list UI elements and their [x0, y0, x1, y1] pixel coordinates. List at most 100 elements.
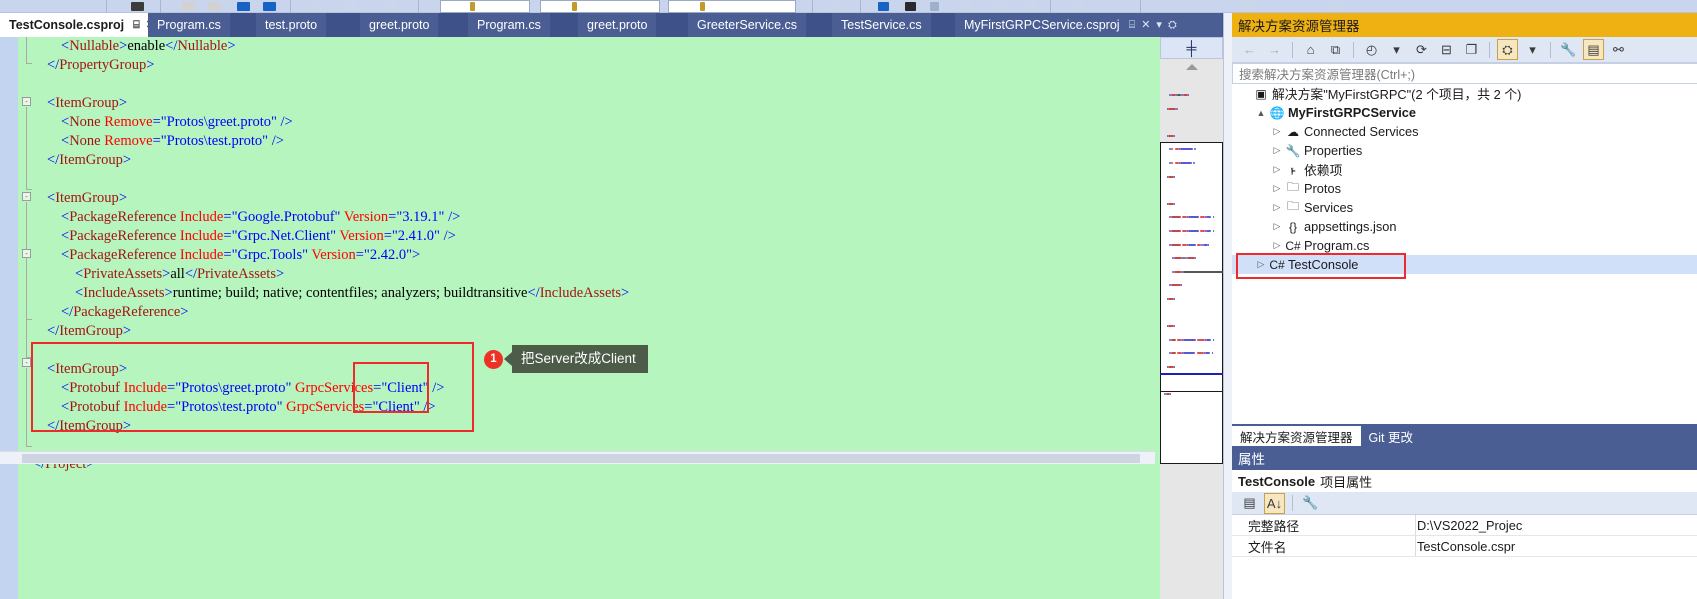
- property-pages-icon[interactable]: 🔧: [1300, 493, 1321, 514]
- expander-collapsed-icon[interactable]: ▷: [1270, 240, 1284, 251]
- outline-collapse-box[interactable]: -: [22, 249, 31, 258]
- connected-services-icon: ☁: [1287, 124, 1299, 139]
- show-all-files-icon[interactable]: ❐: [1461, 39, 1482, 60]
- outline-collapse-box[interactable]: -: [22, 358, 31, 367]
- editor-horizontal-scrollbar[interactable]: [0, 451, 1155, 464]
- editor-outlining-column[interactable]: - - - -: [19, 37, 33, 599]
- minimap-token: [1212, 230, 1215, 232]
- expander-collapsed-icon[interactable]: ▷: [1270, 164, 1284, 175]
- outline-collapse-box[interactable]: -: [22, 97, 31, 106]
- properties-toolbar[interactable]: ▤ A↓ 🔧: [1232, 492, 1697, 515]
- scrollbar-thumb[interactable]: [22, 454, 1140, 463]
- gear-icon[interactable]: ⛭: [1168, 19, 1177, 31]
- tab-greet-proto-2[interactable]: greet.proto: [578, 13, 658, 37]
- expander-collapsed-icon[interactable]: ▷: [1270, 221, 1284, 232]
- back-icon[interactable]: ←: [1239, 39, 1260, 60]
- tree-node-web-project[interactable]: ▲ 🌐 MyFirstGRPCService: [1232, 103, 1697, 122]
- minimap-token: [1197, 338, 1205, 341]
- tree-node-csharp-file[interactable]: ▷ C# Program.cs: [1232, 236, 1697, 255]
- property-column-divider: [1415, 515, 1416, 535]
- code-token: <: [75, 266, 84, 282]
- chevron-down-icon[interactable]: ▾: [1156, 19, 1162, 31]
- solution-explorer-toolbar[interactable]: ← → ⌂ ⧉ ◴ ▾ ⟳ ⊟ ❐ ⛭ ▾ 🔧 ▤ ⚯: [1232, 37, 1697, 63]
- json-file-icon: {}: [1288, 219, 1297, 234]
- code-line: <PrivateAssets>all</PrivateAssets>: [75, 265, 284, 284]
- properties-grid[interactable]: 完整路径 D:\VS2022_Projec 文件名 TestConsole.cspr: [1232, 515, 1697, 599]
- solution-explorer-tree[interactable]: ▣ 解决方案"MyFirstGRPC"(2 个项目，共 2 个) ▲ 🌐 MyFirst…: [1232, 84, 1697, 424]
- collapse-all-icon[interactable]: ⊟: [1436, 39, 1457, 60]
- code-token: >: [275, 266, 285, 282]
- main-toolbar[interactable]: [0, 0, 1697, 13]
- split-view-icon[interactable]: ╪: [1160, 37, 1223, 59]
- expander-collapsed-icon[interactable]: ▷: [1270, 145, 1284, 156]
- code-token: </: [184, 266, 198, 282]
- solution-explorer-bottom-tabs[interactable]: 解决方案资源管理器 Git 更改: [1232, 424, 1697, 446]
- pending-changes-icon[interactable]: ⧉: [1325, 39, 1346, 60]
- tree-node-connected-services[interactable]: ▷ ☁ Connected Services: [1232, 122, 1697, 141]
- properties-view-icon[interactable]: ⛭: [1497, 39, 1518, 60]
- tab-greeterservice-cs[interactable]: GreeterService.cs: [688, 13, 808, 37]
- minimap-viewport[interactable]: [1160, 142, 1223, 392]
- tab-myfirstgrpcservice-csproj[interactable]: MyFirstGRPCService.csproj ⌸ ✕ ▾ ⛭: [955, 13, 1223, 37]
- pin-icon[interactable]: ⌸: [1129, 19, 1136, 31]
- history-dropdown-icon[interactable]: ▾: [1386, 39, 1407, 60]
- minimap-scrollbar[interactable]: [1160, 59, 1234, 599]
- alphabetical-sort-icon[interactable]: A↓: [1264, 492, 1285, 514]
- code-token: />: [423, 399, 436, 415]
- tab-program-cs-1[interactable]: Program.cs: [148, 13, 231, 37]
- expander-expanded-icon[interactable]: ▲: [1254, 108, 1268, 118]
- toolbar-separator: [1353, 41, 1354, 58]
- tree-node-properties-folder[interactable]: ▷ 🔧 Properties: [1232, 141, 1697, 160]
- tab-program-cs-2[interactable]: Program.cs: [468, 13, 551, 37]
- tab-testconsole-csproj[interactable]: TestConsole.csproj ⌸ ✕: [0, 13, 165, 37]
- property-value[interactable]: D:\VS2022_Projec: [1417, 518, 1697, 533]
- code-token: =: [383, 228, 392, 244]
- tree-node-dependencies[interactable]: ▷ ᡟ 依赖项: [1232, 160, 1697, 179]
- wrench-icon[interactable]: 🔧: [1558, 39, 1579, 60]
- categorized-icon[interactable]: ▤: [1239, 493, 1260, 514]
- property-value[interactable]: TestConsole.cspr: [1417, 539, 1697, 554]
- editor-minimap-column[interactable]: ╪: [1155, 37, 1234, 599]
- close-icon[interactable]: ✕: [1141, 19, 1150, 31]
- dependency-graph-icon[interactable]: ⚯: [1608, 39, 1629, 60]
- tree-node-json-file[interactable]: ▷ {} appsettings.json: [1232, 217, 1697, 236]
- tab-greet-proto-1[interactable]: greet.proto: [360, 13, 440, 37]
- property-row[interactable]: 完整路径 D:\VS2022_Projec: [1232, 515, 1697, 536]
- tab-testservice-cs[interactable]: TestService.cs: [832, 13, 932, 37]
- minimap-token: [1173, 257, 1182, 260]
- tree-node-folder[interactable]: ▷ 🗀 Protos: [1232, 179, 1697, 198]
- tab-test-proto[interactable]: test.proto: [256, 13, 328, 37]
- minimap-token: [1180, 162, 1192, 164]
- pin-icon[interactable]: ⌸: [133, 19, 140, 31]
- minimap-token: [1170, 338, 1176, 341]
- tree-node-folder[interactable]: ▷ 🗀 Services: [1232, 198, 1697, 217]
- tab-label: Program.cs: [157, 18, 221, 32]
- tab-git-changes[interactable]: Git 更改: [1361, 426, 1421, 446]
- tree-node-label: TestConsole: [1288, 257, 1359, 272]
- toolbar-separator: [1292, 495, 1293, 511]
- tab-solution-explorer[interactable]: 解决方案资源管理器: [1232, 426, 1361, 446]
- tab-label: greet.proto: [587, 18, 648, 32]
- home-icon[interactable]: ⌂: [1300, 39, 1321, 60]
- expander-collapsed-icon[interactable]: ▷: [1254, 259, 1268, 270]
- solution-explorer-search-input[interactable]: 搜索解决方案资源管理器(Ctrl+;): [1232, 63, 1697, 84]
- refresh-icon[interactable]: ⟳: [1411, 39, 1432, 60]
- scroll-up-arrow-icon[interactable]: [1186, 64, 1198, 70]
- tree-node-csharp-project[interactable]: ▷ C# TestConsole: [1232, 255, 1697, 274]
- editor-code-lines[interactable]: <Nullable>enable</Nullable> </PropertyGro…: [33, 37, 1155, 599]
- expander-collapsed-icon[interactable]: ▷: [1270, 202, 1284, 213]
- forward-icon[interactable]: →: [1264, 39, 1285, 60]
- minimap-lower-region[interactable]: [1160, 392, 1223, 464]
- outline-collapse-box[interactable]: -: [22, 192, 31, 201]
- code-token: "3.19.1": [396, 209, 445, 225]
- history-icon[interactable]: ◴: [1361, 39, 1382, 60]
- tree-node-label: appsettings.json: [1304, 219, 1397, 234]
- preview-icon[interactable]: ▤: [1583, 39, 1604, 60]
- property-row[interactable]: 文件名 TestConsole.cspr: [1232, 536, 1697, 557]
- code-token: <: [61, 133, 70, 149]
- tree-node-solution[interactable]: ▣ 解决方案"MyFirstGRPC"(2 个项目，共 2 个): [1232, 84, 1697, 103]
- view-dropdown-icon[interactable]: ▾: [1522, 39, 1543, 60]
- code-editor[interactable]: - - - - <Nullable>enable</Nullable> </Pro…: [0, 37, 1155, 599]
- expander-collapsed-icon[interactable]: ▷: [1270, 126, 1284, 137]
- expander-collapsed-icon[interactable]: ▷: [1270, 183, 1284, 194]
